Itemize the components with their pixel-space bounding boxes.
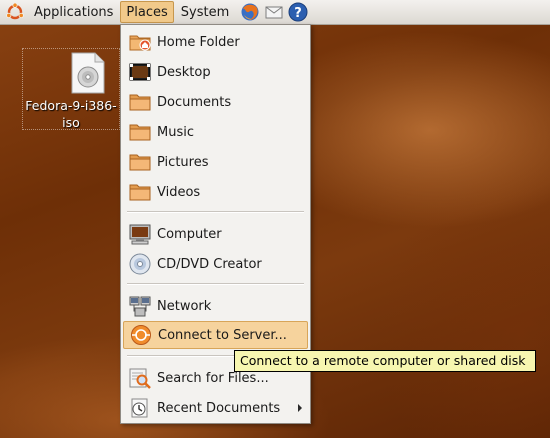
cd-dvd-icon xyxy=(129,253,151,275)
menu-item-desktop[interactable]: Desktop xyxy=(123,59,308,85)
desktop-icon xyxy=(129,61,151,83)
network-icon xyxy=(129,295,151,317)
top-panel: Applications Places System ? xyxy=(0,0,550,25)
folder-icon xyxy=(129,151,151,173)
system-menu[interactable]: System xyxy=(176,1,234,23)
system-menu-label: System xyxy=(180,4,230,20)
places-menu[interactable]: Places xyxy=(120,1,174,23)
desktop-file-label-line1: Fedora-9-i386- xyxy=(25,98,117,113)
menu-item-home-folder[interactable]: Home Folder xyxy=(123,29,308,55)
folder-icon xyxy=(129,91,151,113)
menu-separator xyxy=(127,211,304,213)
menu-item-pictures[interactable]: Pictures xyxy=(123,149,308,175)
menu-separator xyxy=(127,283,304,285)
menu-item-documents[interactable]: Documents xyxy=(123,89,308,115)
menu-item-label: Desktop xyxy=(157,64,211,80)
menu-item-label: Videos xyxy=(157,184,201,200)
ubuntu-logo-icon[interactable] xyxy=(6,2,24,21)
folder-icon xyxy=(129,181,151,203)
menu-item-connect-to-server[interactable]: Connect to Server... xyxy=(123,321,308,349)
disc-image-icon xyxy=(68,52,108,94)
applications-menu-label: Applications xyxy=(34,4,114,20)
desktop-file-fedora-iso[interactable]: Fedora-9-i386- iso xyxy=(22,48,120,130)
menu-item-label: Home Folder xyxy=(157,34,240,50)
menu-item-music[interactable]: Music xyxy=(123,119,308,145)
menu-item-label: Search for Files... xyxy=(157,370,269,386)
menu-item-cd-dvd-creator[interactable]: CD/DVD Creator xyxy=(123,251,308,277)
menu-item-label: CD/DVD Creator xyxy=(157,256,262,272)
submenu-arrow-icon xyxy=(298,404,302,412)
menu-item-recent-documents[interactable]: Recent Documents xyxy=(123,395,308,421)
desktop-file-label: Fedora-9-i386- iso xyxy=(25,97,117,131)
applications-menu[interactable]: Applications xyxy=(29,1,118,23)
menu-item-label: Connect to Server... xyxy=(158,327,287,343)
menu-item-label: Network xyxy=(157,298,212,314)
desktop-file-label-line2: iso xyxy=(62,115,80,130)
menu-item-label: Documents xyxy=(157,94,232,110)
menu-item-label: Recent Documents xyxy=(157,400,281,416)
firefox-icon[interactable] xyxy=(240,2,260,22)
menu-item-computer[interactable]: Computer xyxy=(123,221,308,247)
places-menu-label: Places xyxy=(126,4,168,20)
tooltip: Connect to a remote computer or shared d… xyxy=(234,350,536,372)
menu-item-label: Computer xyxy=(157,226,222,242)
menu-item-label: Music xyxy=(157,124,194,140)
menu-item-videos[interactable]: Videos xyxy=(123,179,308,205)
svg-text:?: ? xyxy=(294,6,302,21)
recent-documents-icon xyxy=(129,397,151,419)
menu-item-label: Pictures xyxy=(157,154,209,170)
connect-server-icon xyxy=(130,324,152,346)
help-icon[interactable]: ? xyxy=(288,2,308,22)
search-icon xyxy=(129,367,151,389)
home-folder-icon xyxy=(129,31,151,53)
menu-item-network[interactable]: Network xyxy=(123,293,308,319)
folder-icon xyxy=(129,121,151,143)
mail-icon[interactable] xyxy=(264,2,284,22)
computer-icon xyxy=(129,223,151,245)
tooltip-text: Connect to a remote computer or shared d… xyxy=(240,353,526,368)
